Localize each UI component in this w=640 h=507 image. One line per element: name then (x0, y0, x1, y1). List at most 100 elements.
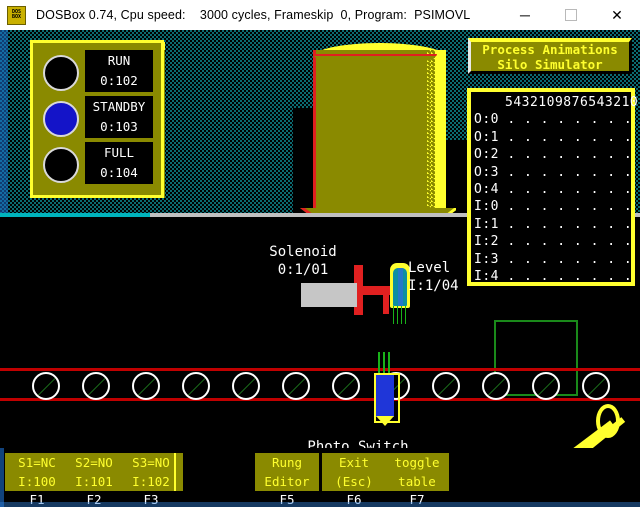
conveyor-roller (182, 372, 210, 400)
title-plate-line2: Silo Simulator (497, 57, 603, 72)
function-key-f6[interactable]: Exit (Esc) (322, 453, 386, 491)
screen-bottom-edge (0, 502, 640, 507)
conveyor-roller (332, 372, 360, 400)
conveyor-roller (232, 372, 260, 400)
f1-line2: I:100 (18, 474, 56, 489)
close-button[interactable]: ✕ (594, 0, 640, 30)
io-row-addr: O:3 (474, 164, 499, 180)
lamp-label-run: RUN 0:102 (85, 50, 153, 92)
minimize-icon: ─ (520, 7, 530, 23)
io-row-addr: I:2 (474, 234, 499, 250)
photo-switch-tip (376, 416, 394, 426)
io-row-addr: O:4 (474, 182, 499, 198)
title-plate-line1: Process Animations (482, 42, 618, 57)
level-address: I:1/04 (408, 278, 459, 294)
io-row-addr: O:1 (474, 129, 499, 145)
photo-switch-body[interactable] (376, 375, 394, 417)
dosbox-icon: DOS BOX (7, 5, 26, 25)
f7-line2: table (398, 474, 436, 489)
solenoid-address: 0:1/01 (277, 262, 329, 278)
maximize-button[interactable] (548, 0, 594, 30)
conveyor-roller (432, 372, 460, 400)
level-sensor-beam (390, 306, 412, 324)
io-row-bits: . . . . . . . . . . . . . . . 1 (507, 216, 633, 232)
io-row-bits: . . . . . . . . . . . . . . . . (507, 251, 633, 267)
silo-support-left (293, 108, 315, 216)
io-row-addr: O:0 (474, 112, 499, 128)
f6-line1: Exit (338, 455, 370, 470)
solenoid-actuator[interactable] (301, 283, 357, 307)
lamp-full-name: FULL (103, 145, 135, 160)
level-label: Level I:1/04 (408, 259, 459, 295)
dosbox-window: DOS BOX DOSBox 0.74, Cpu speed: 3000 cycl… (0, 0, 640, 507)
f5-line2: Editor (264, 474, 310, 489)
io-table-bit-header: 5432109876543210 (505, 95, 639, 110)
lamp-standby[interactable] (43, 101, 79, 137)
conveyor-roller (282, 372, 310, 400)
lamp-full-address: 0:104 (100, 165, 138, 180)
close-icon: ✕ (611, 6, 623, 23)
f2-line2: I:101 (75, 474, 113, 489)
io-row-addr: I:4 (474, 269, 499, 285)
fkbar-left-edge (0, 448, 4, 507)
solenoid-name: Solenoid (269, 244, 337, 260)
function-key-f7[interactable]: toggle table (385, 453, 449, 491)
table-row: I:1 . . . . . . . . . . . . . . . 1 (474, 216, 632, 233)
io-row-bits: . . . . . . . . . . . . . . . . (507, 147, 633, 163)
window-title: DOSBox 0.74, Cpu speed: 3000 cycles, Fra… (36, 8, 471, 22)
io-row-bits: . . . . . . . . . . . . . . . . (507, 199, 633, 215)
io-row-addr: I:1 (474, 216, 499, 232)
f5-line1: Rung (271, 455, 303, 470)
lamp-label-standby: STANDBY 0:103 (85, 96, 153, 138)
lamp-standby-name: STANDBY (92, 99, 146, 114)
table-row: I:0 . . . . . . . . . . . . . . . . (474, 198, 632, 215)
function-key-f1[interactable]: S1=NC I:100 (5, 453, 69, 491)
f2-line1: S2=NO (75, 455, 113, 470)
window-titlebar: DOS BOX DOSBox 0.74, Cpu speed: 3000 cycl… (0, 0, 640, 31)
operator-panel: RUN 0:102 STANDBY 0:103 FULL 0:104 (30, 40, 164, 198)
silo-support-right (443, 140, 467, 216)
level-name: Level (408, 260, 451, 276)
lamp-run[interactable] (43, 55, 79, 91)
table-row: I:2 . . . . . . . . . . . . . . . . (474, 233, 632, 250)
conveyor-roller (482, 372, 510, 400)
conveyor-roller (32, 372, 60, 400)
conveyor-roller (132, 372, 160, 400)
conveyor-roller (82, 372, 110, 400)
maximize-icon (565, 9, 577, 21)
function-key-bar: S1=NC I:100 F1 S2=NO I:101 F2 S3=NO I:10… (0, 448, 640, 507)
io-row-bits: . . . . . . . . . . . . . . . . (507, 164, 633, 180)
lamp-standby-address: 0:103 (100, 119, 138, 134)
function-key-f2[interactable]: S2=NO I:101 (62, 453, 126, 491)
f7-line1: toggle (394, 455, 440, 470)
conveyor-roller (532, 372, 560, 400)
io-data-table-inner: 5432109876543210 O:0 . . . . . . . . . .… (471, 92, 639, 285)
lamp-run-name: RUN (107, 53, 131, 68)
silo-highlight (435, 50, 446, 210)
level-sensor-stripe (398, 268, 403, 306)
table-row: O:3 . . . . . . . . . . . . . . . . (474, 164, 632, 181)
table-row: I:4 . . . . . . . . . . . . . . . . (474, 268, 632, 285)
io-row-addr: I:0 (474, 199, 499, 215)
function-key-f5[interactable]: Rung Editor (255, 453, 319, 491)
valve-pipe-drop (383, 286, 389, 314)
f1-line1: S1=NC (18, 455, 56, 470)
solenoid-label: Solenoid 0:1/01 (248, 243, 358, 279)
f6-line2: (Esc) (335, 474, 373, 489)
io-data-table[interactable]: 5432109876543210 O:0 . . . . . . . . . .… (467, 88, 639, 286)
conveyor-belt-top (0, 368, 640, 371)
lamp-label-full: FULL 0:104 (85, 142, 153, 184)
io-row-bits: . . . . . . . . . . . . . . . . (507, 234, 633, 250)
table-row: O:1 . . . . . . . . . . . . . . . . (474, 129, 632, 146)
photo-switch-beam (377, 352, 395, 374)
io-row-addr: O:2 (474, 147, 499, 163)
title-plate: Process Animations Silo Simulator (468, 38, 632, 74)
table-row: O:4 . . . . . . . . . . . . . . . . (474, 181, 632, 198)
minimize-button[interactable]: ─ (502, 0, 548, 30)
io-row-bits: . . . . . . . . . . . . . . . . (507, 129, 633, 145)
conveyor-roller (582, 372, 610, 400)
function-key-divider (174, 453, 176, 491)
lamp-full[interactable] (43, 147, 79, 183)
io-row-bits: . . . . . . . . . . . . . . . . (507, 112, 633, 128)
simulator-canvas: RUN 0:102 STANDBY 0:103 FULL 0:104 Proce… (0, 30, 640, 507)
